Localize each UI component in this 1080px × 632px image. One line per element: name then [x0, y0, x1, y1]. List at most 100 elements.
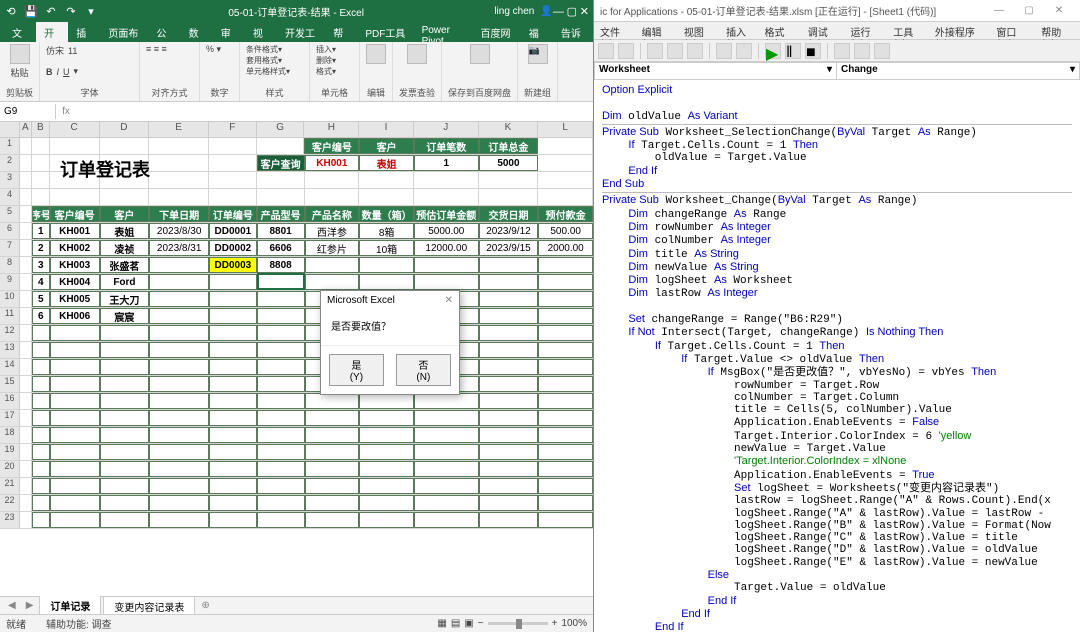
cell[interactable] — [20, 478, 32, 494]
cell[interactable] — [305, 461, 360, 477]
zoom-in-icon[interactable]: + — [552, 618, 558, 629]
cell[interactable] — [149, 393, 209, 409]
cell[interactable] — [50, 393, 100, 409]
cell[interactable]: KH004 — [50, 274, 100, 290]
row-header[interactable]: 8 — [0, 257, 20, 273]
cell[interactable] — [414, 189, 479, 205]
cell[interactable] — [20, 359, 32, 375]
cell[interactable] — [479, 359, 539, 375]
cell[interactable] — [100, 444, 150, 460]
cell[interactable]: DD0001 — [209, 223, 257, 239]
cell[interactable] — [149, 189, 209, 205]
sheet-nav-prev-icon[interactable]: ◀ — [4, 600, 20, 611]
vbe-menu-edit[interactable]: 编辑(E) — [642, 24, 674, 37]
cell[interactable] — [32, 410, 50, 426]
cell[interactable] — [50, 461, 100, 477]
dialog-no-button[interactable]: 否(N) — [396, 354, 451, 386]
cell[interactable] — [359, 257, 414, 273]
cell[interactable] — [100, 359, 150, 375]
cell[interactable]: 产品型号 — [257, 206, 305, 222]
cell[interactable] — [479, 376, 539, 392]
vbe-menu-tools[interactable]: 工具(T) — [893, 24, 925, 37]
cell[interactable] — [20, 189, 32, 205]
cell[interactable] — [359, 495, 414, 511]
font-size[interactable]: 11 — [68, 46, 77, 56]
cell[interactable] — [20, 155, 32, 171]
close-icon[interactable]: ✕ — [580, 6, 589, 18]
redo-icon[interactable]: ↷ — [64, 4, 78, 18]
cell[interactable] — [414, 257, 479, 273]
row-header[interactable]: 12 — [0, 325, 20, 341]
cell[interactable] — [100, 427, 150, 443]
cell[interactable] — [538, 393, 593, 409]
cell[interactable] — [20, 512, 32, 528]
cell[interactable] — [359, 444, 414, 460]
cell[interactable] — [257, 461, 305, 477]
vbe-menu-debug[interactable]: 调试(D) — [808, 24, 841, 37]
cell[interactable] — [257, 308, 305, 324]
cell[interactable]: 产品名称 — [305, 206, 360, 222]
cell[interactable] — [32, 325, 50, 341]
cell[interactable] — [100, 138, 150, 154]
cell[interactable] — [538, 189, 593, 205]
cell[interactable]: DD0002 — [209, 240, 257, 256]
cell[interactable] — [149, 478, 209, 494]
cell[interactable] — [20, 495, 32, 511]
cell[interactable] — [20, 461, 32, 477]
cell[interactable] — [50, 512, 100, 528]
cell[interactable] — [479, 325, 539, 341]
cell[interactable] — [209, 291, 257, 307]
cell[interactable] — [305, 172, 360, 188]
cell[interactable]: 2 — [32, 240, 50, 256]
cell[interactable] — [538, 308, 593, 324]
cell[interactable] — [32, 342, 50, 358]
cell[interactable] — [538, 495, 593, 511]
cell[interactable] — [305, 257, 360, 273]
cell[interactable] — [20, 325, 32, 341]
cell[interactable] — [305, 410, 360, 426]
cell[interactable] — [538, 257, 593, 273]
cell[interactable] — [538, 138, 593, 154]
cell[interactable] — [32, 478, 50, 494]
cell[interactable]: 6606 — [257, 240, 305, 256]
cell[interactable] — [20, 172, 32, 188]
baidu-button[interactable] — [448, 44, 511, 64]
cell[interactable] — [414, 461, 479, 477]
cell[interactable]: 8808 — [257, 257, 305, 273]
cell[interactable] — [479, 342, 539, 358]
cell[interactable]: 5 — [32, 291, 50, 307]
cell[interactable] — [414, 410, 479, 426]
cell[interactable] — [359, 393, 414, 409]
row-header[interactable]: 9 — [0, 274, 20, 290]
cell[interactable] — [100, 495, 150, 511]
cell[interactable] — [32, 393, 50, 409]
cell[interactable] — [479, 512, 539, 528]
formula-input[interactable] — [76, 110, 593, 114]
qat-more-icon[interactable]: ▾ — [84, 4, 98, 18]
cell[interactable] — [50, 376, 100, 392]
cell[interactable] — [209, 461, 257, 477]
tab-layout[interactable]: 页面布局 — [100, 22, 148, 42]
cell[interactable]: 2023/8/30 — [149, 223, 209, 239]
cell[interactable] — [50, 325, 100, 341]
cell[interactable] — [479, 291, 539, 307]
vbe-object-dropdown[interactable]: Worksheet▾ — [595, 63, 837, 79]
cell[interactable] — [414, 172, 479, 188]
tab-tellme[interactable]: 告诉我 — [553, 22, 593, 42]
autosave-icon[interactable]: ⟲ — [4, 4, 18, 18]
cell[interactable] — [32, 461, 50, 477]
save-icon[interactable]: 💾 — [24, 4, 38, 18]
user-avatar-icon[interactable]: 👤 — [540, 6, 552, 17]
row-header[interactable]: 19 — [0, 444, 20, 460]
vbe-menu-file[interactable]: 文件(F) — [600, 24, 632, 37]
cell[interactable] — [257, 376, 305, 392]
cell[interactable]: 预估订单金额 — [414, 206, 479, 222]
cell[interactable] — [100, 478, 150, 494]
row-header[interactable]: 14 — [0, 359, 20, 375]
cell[interactable]: 红参片 — [305, 240, 360, 256]
cell[interactable]: 1 — [414, 155, 479, 171]
cell[interactable] — [32, 172, 50, 188]
row-header[interactable]: 15 — [0, 376, 20, 392]
cell[interactable] — [479, 274, 539, 290]
cell[interactable]: 3 — [32, 257, 50, 273]
